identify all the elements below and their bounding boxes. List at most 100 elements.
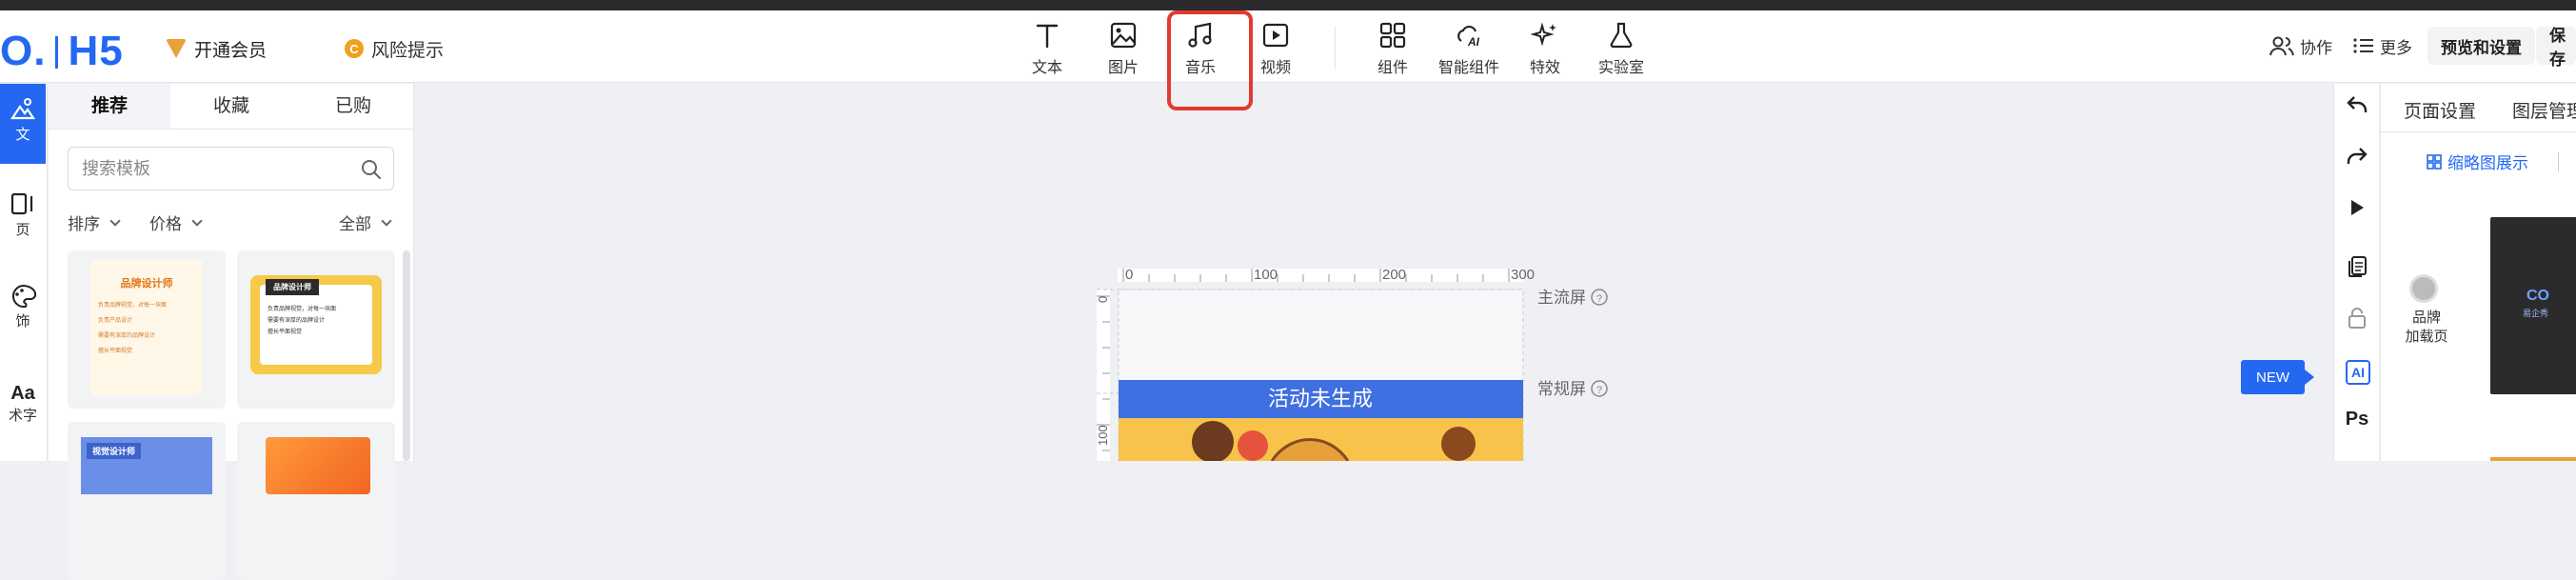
tab-recommend[interactable]: 推荐 — [49, 84, 170, 129]
card-line: 负责产品设计 — [98, 318, 133, 324]
open-vip-button[interactable]: 开通会员 — [166, 34, 267, 63]
sort-label: 排序 — [68, 215, 100, 233]
top-window-strip — [0, 0, 2576, 10]
template-search-input[interactable] — [82, 155, 348, 182]
next-page-thumbnail[interactable] — [2490, 457, 2576, 461]
tab-layer-manage[interactable]: 图层管理 — [2512, 97, 2576, 123]
card-line: 擅长平面视觉 — [268, 330, 303, 335]
price-label: 价格 — [149, 215, 182, 233]
ps-button[interactable]: Ps — [2346, 408, 2368, 430]
preview-settings-button[interactable]: 预览和设置 — [2427, 27, 2535, 65]
template-panel: 推荐 收藏 已购 排序 价格 全部 品牌设计师 负责品牌视觉，对每一块面 负责产… — [49, 84, 414, 580]
tab-purchased[interactable]: 已购 — [292, 84, 414, 129]
tool-component-button[interactable]: 组件 — [1359, 20, 1426, 79]
chevron-down-icon — [109, 214, 121, 227]
chevron-down-icon — [381, 214, 392, 227]
rail-item-page[interactable]: 页 — [0, 190, 46, 239]
template-card[interactable]: 品牌设计师 负责品牌视觉，对每一块面 负责产品设计 需要有深厚的品牌设计 擅长平… — [68, 250, 226, 409]
collab-label: 协作 — [2300, 38, 2332, 57]
right-panel-divider — [2381, 131, 2576, 132]
more-button[interactable]: 更多 — [2353, 31, 2412, 60]
save-button[interactable]: 保存 — [2536, 27, 2576, 69]
tab-favorites[interactable]: 收藏 — [170, 84, 292, 129]
rail-item-decoration[interactable]: 饰 — [0, 282, 46, 330]
right-rail: AI Ps — [2333, 84, 2379, 461]
card-preview — [266, 437, 370, 494]
card-title: 视觉设计师 — [87, 443, 142, 459]
card-preview: 品牌设计师 负责品牌视觉，对每一块面 负责产品设计 需要有深厚的品牌设计 擅长平… — [90, 260, 203, 395]
logo-divider — [55, 36, 59, 69]
tool-image-label: 图片 — [1107, 60, 1139, 76]
all-label: 全部 — [339, 215, 371, 233]
card-line: 需要有深厚的品牌设计 — [98, 333, 156, 339]
loading-spinner-icon — [2409, 274, 2438, 303]
ruler-tick-300: 300 — [1511, 267, 1535, 283]
play-button[interactable] — [2346, 196, 2368, 219]
template-card[interactable]: 视觉设计师 — [68, 422, 226, 580]
pages-button[interactable] — [2346, 255, 2368, 278]
collab-button[interactable]: 协作 — [2269, 31, 2332, 60]
ruler-tick-100: 100 — [1254, 267, 1278, 283]
ai-button[interactable]: AI — [2346, 360, 2370, 385]
toolbar-divider — [1335, 27, 1336, 69]
vip-crown-icon — [166, 39, 187, 58]
rail-item-template[interactable]: 文 — [0, 84, 46, 164]
banner-text: 活动未生成 — [1268, 387, 1373, 410]
ruler-tick-y100: 100 — [1096, 425, 1110, 446]
tool-effects-label: 特效 — [1529, 60, 1560, 76]
redo-icon — [2347, 148, 2368, 164]
risk-tips-button[interactable]: C 风险提示 — [345, 34, 444, 63]
help-icon-glyph: ? — [1596, 293, 1602, 305]
thumbnail-toggle-label: 缩略图展示 — [2447, 154, 2528, 172]
template-scrollbar[interactable] — [403, 250, 410, 461]
sort-dropdown[interactable]: 排序 — [68, 210, 121, 234]
tool-lab-button[interactable]: 实验室 — [1588, 20, 1655, 79]
card-line: 擅长平面视觉 — [98, 349, 133, 354]
ruler-tick-y0: 0 — [1096, 296, 1110, 303]
canvas-area: 0 100 200 300 0 100 活动未生成 主流屏 ? 常规屏 ? — [415, 84, 2332, 463]
rail-art-text-label: 术字 — [8, 408, 37, 424]
logo-mark: O. — [0, 28, 47, 74]
right-panel: 页面设置 图层管理 缩略图展示 品牌 加载页 CO 易企秀 — [2380, 84, 2576, 461]
play-icon — [2351, 200, 2364, 215]
undo-icon — [2347, 96, 2368, 112]
template-card[interactable]: 品牌设计师 负责品牌视觉，对每一块面 需要有深厚的品牌设计 擅长平面视觉 — [237, 250, 395, 409]
tool-ai-component-button[interactable]: AI 智能组件 — [1436, 20, 1502, 79]
collab-icon — [2269, 36, 2294, 56]
page-thumbnail[interactable]: CO 易企秀 — [2490, 217, 2576, 394]
main-screen-label: 主流屏 — [1537, 289, 1586, 307]
undo-button[interactable] — [2346, 93, 2368, 116]
tool-text-button[interactable]: 文本 — [1014, 20, 1080, 79]
thumbnail-toggle[interactable]: 缩略图展示 — [2427, 150, 2528, 173]
tool-component-label: 组件 — [1377, 60, 1408, 76]
search-icon[interactable] — [361, 159, 382, 180]
template-card[interactable] — [237, 422, 395, 580]
art-text-icon: Aa — [10, 383, 35, 404]
rail-item-art-text[interactable]: Aa 术字 — [0, 383, 46, 425]
tool-image-button[interactable]: 图片 — [1090, 20, 1157, 79]
list-menu-icon — [2353, 38, 2373, 53]
vip-label: 开通会员 — [194, 40, 268, 61]
tab-page-settings[interactable]: 页面设置 — [2404, 97, 2476, 123]
lock-button[interactable] — [2346, 307, 2368, 330]
redo-button[interactable] — [2346, 145, 2368, 168]
card-preview: 视觉设计师 — [81, 437, 212, 494]
ruler-tick-200: 200 — [1382, 267, 1406, 283]
tool-effects-button[interactable]: 特效 — [1512, 20, 1578, 79]
template-icon — [10, 98, 36, 120]
right-panel-tabs: 页面设置 图层管理 — [2381, 84, 2576, 131]
grid-icon — [2427, 153, 2442, 170]
card-title: 品牌设计师 — [266, 279, 319, 295]
sparkle-icon — [1530, 22, 1556, 47]
brand-loading-page-label: 品牌 加载页 — [2405, 310, 2448, 345]
price-dropdown[interactable]: 价格 — [149, 210, 203, 234]
page-decoration — [1238, 430, 1268, 461]
app-logo[interactable]: O. H5 — [0, 28, 124, 75]
more-label: 更多 — [2380, 38, 2412, 57]
help-icon-glyph: ? — [1596, 385, 1602, 396]
template-tabs: 推荐 收藏 已购 — [49, 84, 414, 130]
all-dropdown[interactable]: 全部 — [339, 210, 392, 234]
tool-text-label: 文本 — [1031, 60, 1062, 76]
normal-screen-label: 常规屏 — [1537, 380, 1586, 398]
new-badge[interactable]: NEW — [2241, 360, 2314, 394]
